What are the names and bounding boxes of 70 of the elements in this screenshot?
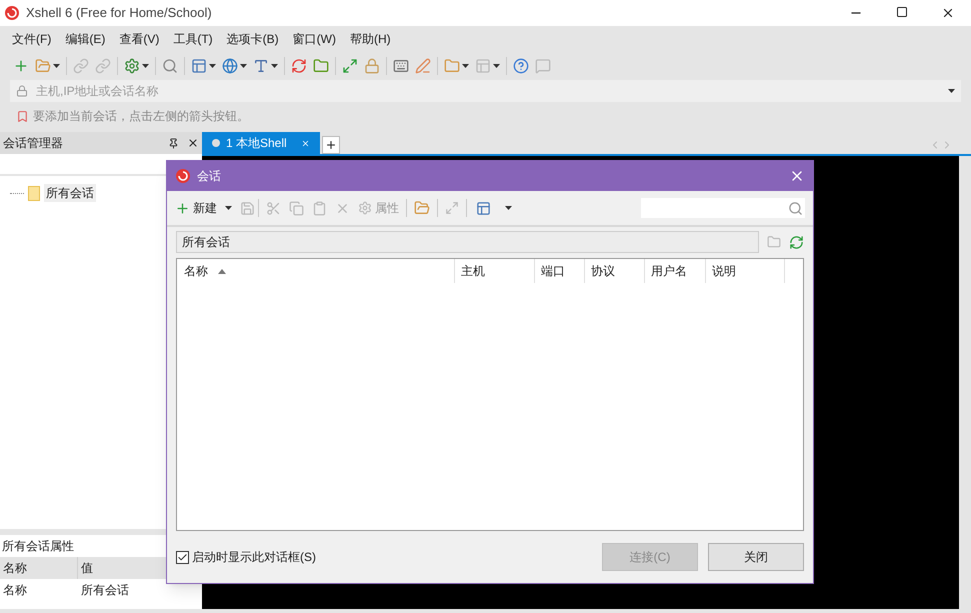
checkbox-label: 启动时显示此对话框(S)	[192, 549, 316, 566]
new-button[interactable]: 新建	[175, 195, 217, 221]
hint-text: 要添加当前会话，点击左侧的箭头按钮。	[33, 108, 249, 125]
new-window-icon[interactable]	[13, 58, 29, 74]
column-header[interactable]: 名称	[177, 259, 455, 283]
table-cell-text: 名称	[2, 582, 28, 599]
address-bar[interactable]: 主机,IP地址或会话名称	[10, 80, 961, 102]
dialog-button[interactable]: 关闭	[708, 543, 804, 571]
column-header[interactable]: 协议	[585, 259, 645, 283]
tree-item[interactable]: 所有会话	[44, 184, 96, 202]
menu-item[interactable]: 查看(V)	[119, 30, 160, 48]
dialog-logo-icon	[175, 168, 191, 184]
session-tab[interactable]: 1 本地Shell	[202, 132, 320, 154]
menu-item[interactable]: 文件(F)	[12, 30, 52, 48]
close-icon[interactable]	[187, 137, 199, 149]
caret-icon[interactable]	[240, 64, 247, 68]
column-header[interactable]: 主机	[455, 259, 535, 283]
caret-icon[interactable]	[225, 206, 232, 210]
startup-checkbox[interactable]	[176, 550, 189, 564]
caret-icon[interactable]	[462, 64, 469, 68]
menu-item[interactable]: 帮助(H)	[350, 30, 391, 48]
search-icon	[788, 200, 803, 216]
column-header: 名称	[0, 557, 78, 579]
lock-icon	[16, 85, 28, 97]
address-field[interactable]: 主机,IP地址或会话名称	[36, 82, 940, 100]
help-icon[interactable]	[513, 58, 529, 74]
search-field[interactable]	[641, 198, 805, 218]
menu-item[interactable]: 工具(T)	[173, 30, 213, 48]
caret-icon[interactable]	[209, 64, 216, 68]
font-icon[interactable]	[253, 58, 269, 74]
table-cell-text: 所有会话	[80, 582, 130, 599]
menu-item[interactable]: 选项卡(B)	[226, 30, 279, 48]
cut-icon[interactable]	[266, 200, 281, 216]
menu-item[interactable]: 编辑(E)	[65, 30, 106, 48]
caret-icon[interactable]	[271, 64, 278, 68]
gear-icon	[358, 201, 372, 215]
caret-icon[interactable]	[142, 64, 149, 68]
column-header[interactable]: 端口	[535, 259, 585, 283]
globe-icon[interactable]	[222, 58, 238, 74]
caret-icon[interactable]	[53, 64, 60, 68]
save-icon[interactable]	[240, 200, 255, 216]
tree-line	[10, 192, 24, 194]
folder-icon	[28, 186, 40, 200]
folder-icon[interactable]	[767, 235, 781, 249]
caret-icon[interactable]	[948, 89, 955, 93]
paste-icon[interactable]	[312, 200, 327, 216]
caret-icon[interactable]	[493, 64, 500, 68]
pen-icon[interactable]	[415, 58, 431, 74]
search-icon[interactable]	[162, 58, 178, 74]
window-title: Xshell 6 (Free for Home/School)	[26, 4, 212, 22]
column-header: 值	[80, 560, 94, 577]
pin-icon[interactable]	[168, 138, 179, 148]
column-header[interactable]: 用户名	[645, 259, 706, 283]
add-tab-icon[interactable]	[322, 136, 340, 154]
menu-item[interactable]: 窗口(W)	[292, 30, 336, 48]
bookmark-icon[interactable]	[16, 110, 29, 122]
column-header[interactable]: 说明	[706, 259, 785, 283]
keyboard-icon[interactable]	[393, 58, 409, 74]
folder-icon[interactable]	[414, 200, 430, 216]
app-logo-icon	[4, 5, 20, 21]
properties-title: 所有会话属性	[1, 538, 75, 555]
plus-icon	[175, 200, 190, 216]
copy-icon[interactable]	[289, 200, 304, 216]
path-field: 所有会话	[176, 231, 759, 253]
refresh-icon[interactable]	[789, 234, 804, 250]
panel-title: 会话管理器	[3, 135, 63, 152]
fullscreen-icon[interactable]	[342, 58, 358, 74]
lock-icon[interactable]	[364, 58, 380, 74]
folder-icon[interactable]	[313, 58, 329, 74]
dialog-title: 会话	[197, 168, 221, 185]
